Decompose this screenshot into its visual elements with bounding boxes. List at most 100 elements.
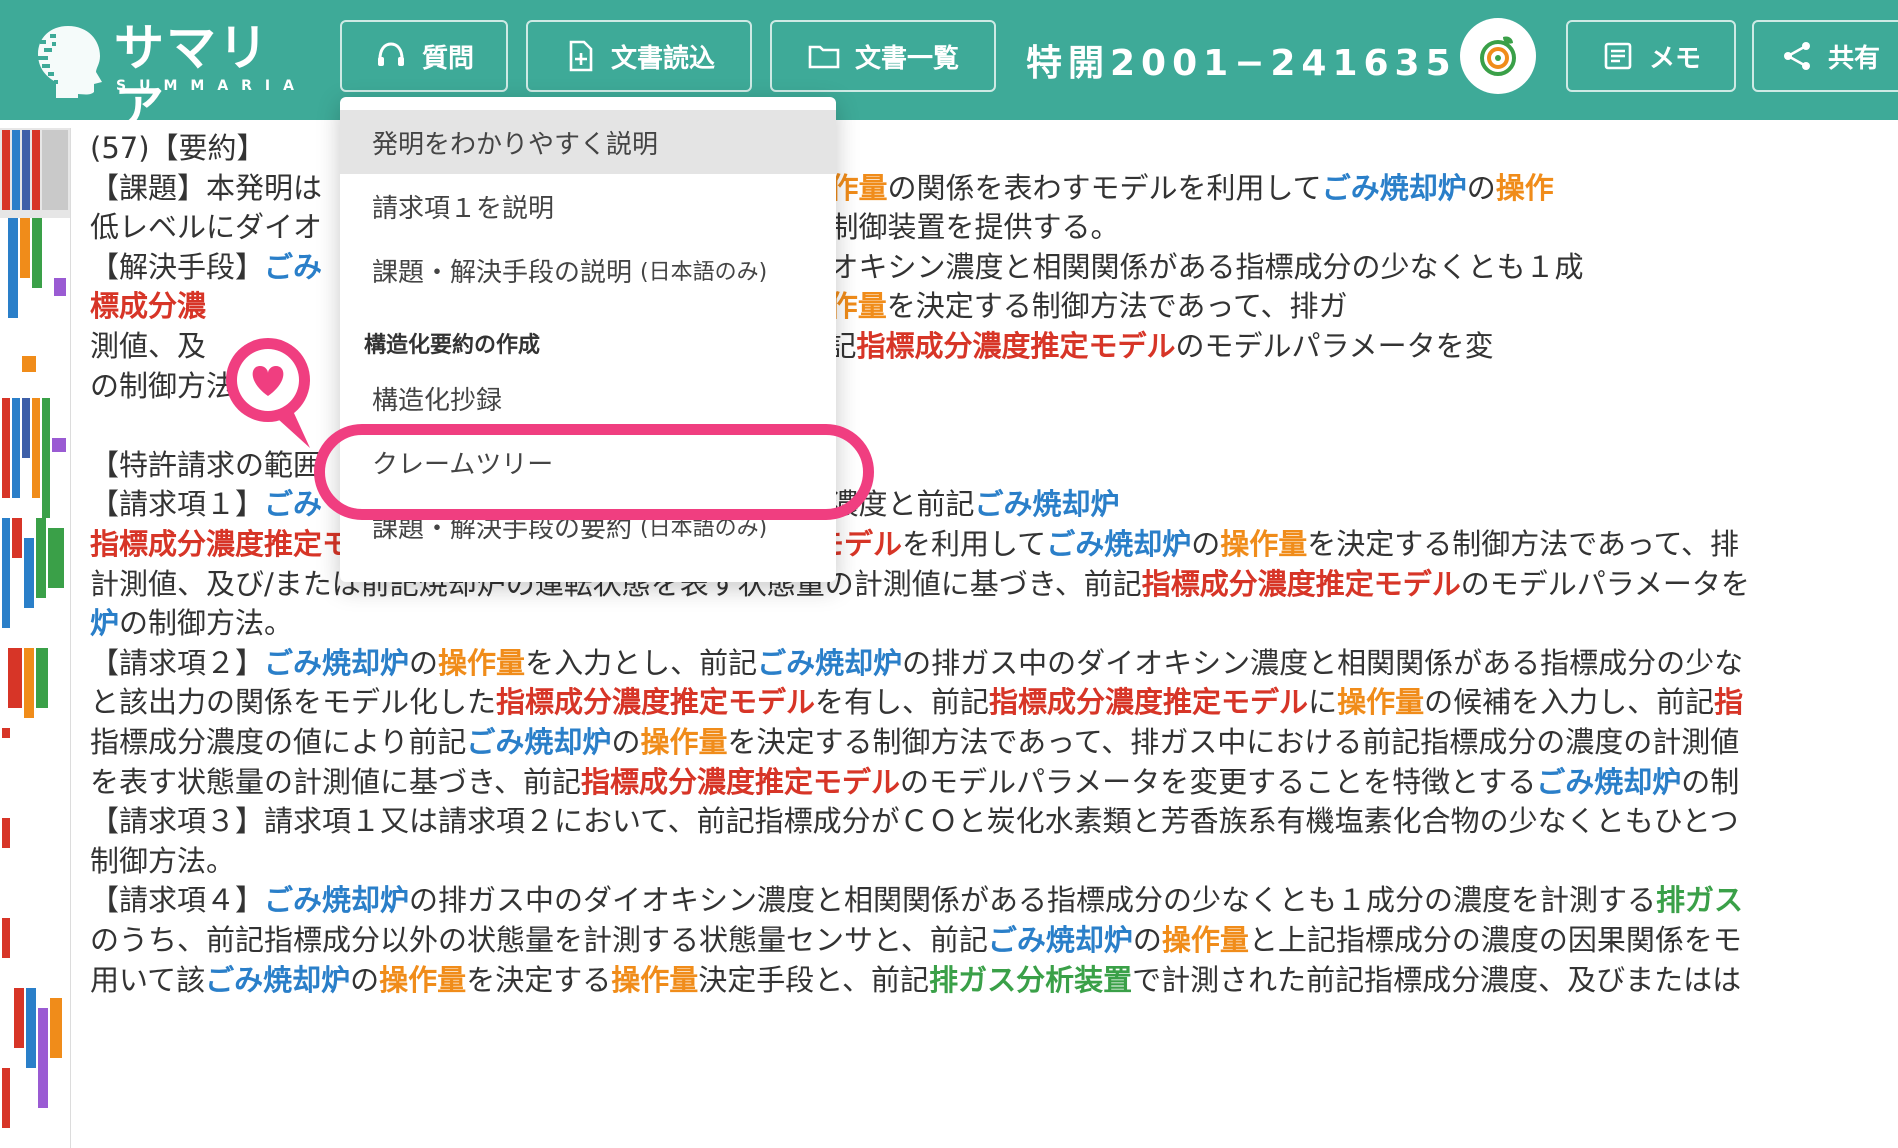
text-run: を決定する [466, 962, 612, 997]
keyword-highlight: 操作量 [1161, 923, 1249, 957]
menu-section-structured-summary: 構造化要約の作成 [364, 333, 541, 358]
text-run: の候補を入力し、前記 [1424, 685, 1715, 720]
keyword-minimap[interactable] [0, 128, 70, 1148]
text-run: で計測された前記指標成分濃度、及びまたはは [1132, 962, 1742, 997]
file-add-icon [569, 40, 593, 72]
text-run: を表す状態量の計測値に基づき、前記 [90, 764, 581, 799]
text-run: 【解決手段】 [90, 249, 265, 284]
document-line: 制御方法。 [90, 841, 235, 881]
document-line: 【請求項４】ごみ焼却炉の排ガス中のダイオキシン濃度と相関関係がある指標成分の少な… [90, 880, 1743, 920]
strip-divider [70, 128, 71, 1148]
keyword-highlight: 操作量 [1337, 685, 1425, 720]
load-document-label: 文書読込 [610, 43, 715, 74]
text-run: のモデルパラメータを変 [1175, 329, 1494, 363]
keyword-highlight: 操作 [1495, 170, 1554, 205]
headset-icon [377, 42, 404, 66]
summary-mode-button[interactable] [1460, 18, 1536, 94]
keyword-highlight: 指標成分濃度推定モデル [1141, 566, 1461, 601]
keyword-highlight: ごみ [264, 487, 323, 522]
document-line: と該出力の関係をモデル化した指標成分濃度推定モデルを有し、前記指標成分濃度推定モ… [90, 682, 1743, 722]
text-run: のモデルパラメータを [1460, 566, 1750, 601]
document-list-button[interactable]: 文書一覧 [770, 20, 996, 92]
text-run: の関係を表わすモデルを利用して [887, 170, 1322, 205]
document-list-label: 文書一覧 [854, 43, 959, 74]
document-number: 特開2001−241635 [1026, 43, 1457, 84]
text-run: の排ガス中のダイオキシン濃度と相関関係がある指標成分の少な [902, 645, 1744, 680]
keyword-highlight: 操作量 [1220, 527, 1308, 561]
document-line: (57)【要約】 [90, 128, 266, 168]
document-line: 計測値、及び/または前記焼却炉の運転状態を表す状態量の計測値に基づき、前記指標成… [90, 564, 1750, 604]
keyword-highlight: ごみ焼却炉 [264, 883, 410, 918]
text-run: 【請求項１】 [90, 487, 265, 522]
document-line: のうち、前記指標成分以外の状態量を計測する状態量センサと、前記ごみ焼却炉の操作量… [90, 920, 1742, 960]
memo-icon [1604, 42, 1632, 70]
text-run: の [1466, 170, 1496, 205]
text-run: 用いて該 [90, 962, 206, 997]
text-run: 指標成分濃度の値により前記 [90, 725, 467, 759]
keyword-highlight: 標成分濃 [90, 289, 207, 324]
text-run: 【請求項４】 [90, 883, 265, 918]
keyword-highlight: 操作量 [611, 962, 699, 997]
keyword-highlight: 指標成分濃度推定モデル [989, 685, 1309, 720]
text-run: と上記指標成分の濃度の因果関係をモ [1248, 923, 1742, 957]
text-run: 決定手段と、前記 [698, 962, 930, 997]
text-run: の [350, 962, 380, 997]
keyword-highlight: ごみ焼却炉 [987, 923, 1133, 957]
text-run: を入力とし、前記 [525, 645, 758, 680]
load-document-button[interactable]: 文書読込 [526, 20, 752, 92]
keyword-highlight: 炉 [90, 606, 120, 641]
text-run: 制御方法。 [90, 843, 236, 878]
text-run: 【特許請求の範囲 [90, 447, 323, 482]
keyword-highlight: ごみ焼却炉 [974, 487, 1120, 522]
menu-item-explain-problem-solution[interactable]: 課題・解決手段の説明 (日本語のみ) [340, 238, 836, 302]
claim-tree-highlight-ring [314, 424, 874, 520]
text-run: (57)【要約】 [90, 131, 266, 165]
text-run: に [1308, 685, 1338, 720]
keyword-highlight: ごみ焼却炉 [205, 962, 351, 997]
memo-button[interactable]: メモ [1566, 20, 1736, 92]
keyword-highlight: 排ガス分析装置 [929, 962, 1133, 997]
head-logo-icon [38, 26, 102, 98]
menu-item-structured-abstract[interactable]: 構造化抄録 [340, 366, 836, 430]
document-line: 【請求項３】請求項１又は請求項２において、前記指標成分がＣＯと炭化水素類と芳香族… [90, 801, 1739, 841]
question-button-label: 質問 [421, 43, 474, 74]
text-run: 【請求項２】 [90, 645, 265, 680]
keyword-highlight: ごみ焼却炉 [1536, 764, 1682, 799]
document-line: 指標成分濃度推定モデルを有し、前記指標成分濃度推定モデルを利用してごみ焼却炉の操… [90, 524, 1739, 564]
question-button[interactable]: 質問 [340, 20, 508, 92]
menu-item-explain-invention[interactable]: 発明をわかりやすく説明 [340, 110, 836, 174]
logo-subtitle: SUMMARIA [116, 78, 307, 94]
document-line: 【解決手段】ごみ の排ガス中のダイオキシン濃度と相関関係がある指標成分の少なくとも… [90, 247, 1584, 287]
text-run: の制御方法。 [119, 606, 294, 641]
share-button[interactable]: 共有 [1752, 20, 1898, 92]
keyword-highlight: ごみ焼却炉 [1046, 527, 1192, 561]
text-run: を有し、前記 [815, 685, 990, 720]
share-icon [1784, 42, 1810, 70]
keyword-highlight: ごみ焼却炉 [466, 725, 612, 759]
keyword-highlight: 指標成分濃度推定モデル [580, 764, 900, 799]
document-line: 【請求項２】ごみ焼却炉の操作量を入力とし、前記ごみ焼却炉の排ガス中のダイオキシン… [90, 643, 1743, 683]
text-run: と該出力の関係をモデル化した [90, 685, 497, 720]
keyword-highlight: ごみ焼却炉 [757, 645, 903, 680]
text-run: の制 [1681, 764, 1740, 799]
text-run: 低レベルにダイオ [90, 210, 323, 245]
text-run: を決定する制御方法であって、排 [1307, 527, 1740, 561]
keyword-highlight: 指標成分濃度推定モデル [496, 685, 816, 720]
summaria-logo[interactable]: サマリア SUMMARIA [30, 18, 320, 137]
text-run: 【請求項３】請求項１又は請求項２において、前記指標成分がＣＯと炭化水素類と芳香族… [90, 804, 1739, 839]
text-run: の [1132, 923, 1162, 957]
heart-pin-icon [226, 338, 310, 448]
text-run: の [611, 725, 641, 759]
document-line: 指標成分濃度の値により前記ごみ焼却炉の操作量を決定する制御方法であって、排ガス中… [90, 722, 1739, 762]
keyword-highlight: 操作量 [379, 962, 467, 997]
keyword-highlight: 指標成分濃度推定モデル [856, 329, 1176, 363]
folder-icon [808, 45, 840, 69]
text-run: を決定する制御方法であって、排ガ [886, 289, 1348, 324]
text-run: を利用して [902, 527, 1047, 561]
keyword-highlight: ごみ焼却炉 [1321, 170, 1467, 205]
menu-item-explain-claim-1[interactable]: 請求項１を説明 [340, 174, 836, 238]
document-line: 用いて該ごみ焼却炉の操作量を決定する操作量決定手段と、前記排ガス分析装置で計測さ… [90, 960, 1741, 1000]
text-run: のうち、前記指標成分以外の状態量を計測する状態量センサと、前記 [90, 923, 988, 957]
keyword-highlight: ごみ焼却炉 [264, 645, 410, 680]
app-header: サマリア SUMMARIA 質問 文書読込 文書一覧 特開2001−241635… [0, 0, 1898, 137]
